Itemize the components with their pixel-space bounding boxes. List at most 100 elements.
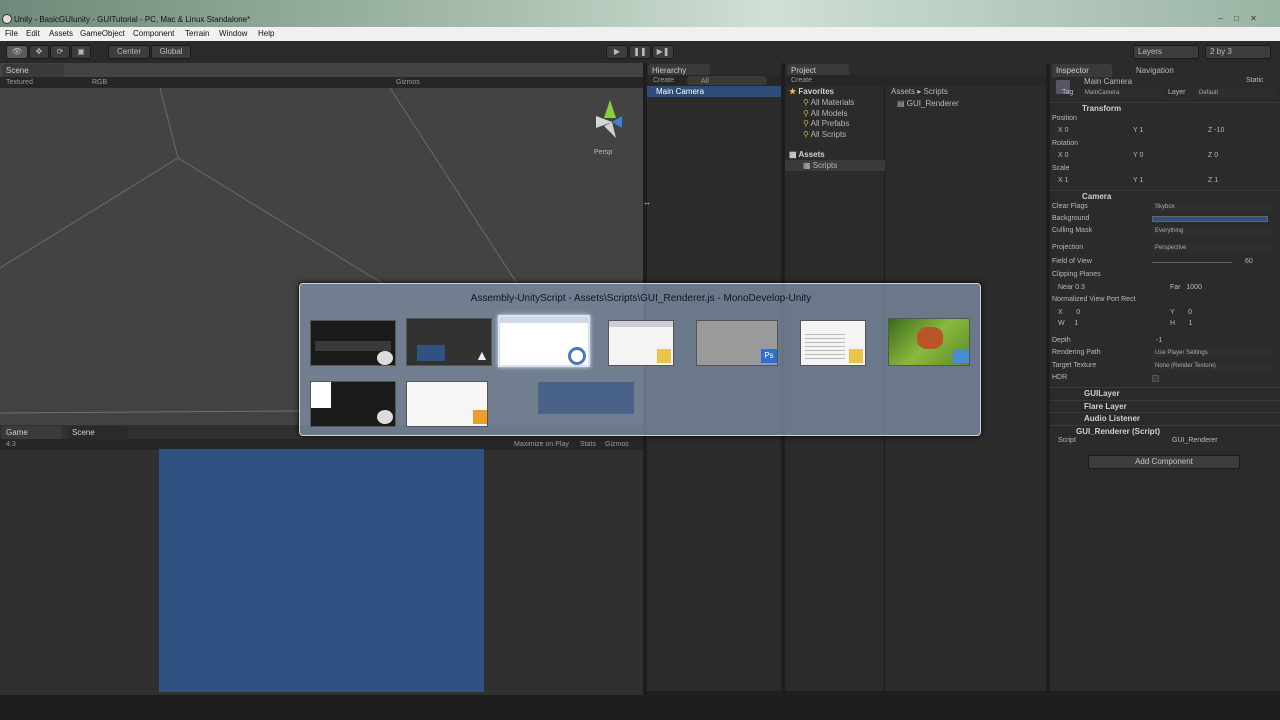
script-field[interactable]: GUI_Renderer: [1172, 437, 1218, 444]
window-thumbnail[interactable]: [406, 381, 488, 427]
static-checkbox[interactable]: Static: [1246, 77, 1264, 84]
fav-item-prefabs[interactable]: ⚲ All Prefabs: [803, 119, 849, 128]
rotation-x-value[interactable]: 0: [1065, 152, 1069, 159]
window-thumbnail[interactable]: Ps: [696, 320, 778, 366]
project-create-button[interactable]: Create: [791, 75, 812, 86]
pause-button[interactable]: ❚❚: [629, 45, 651, 59]
scale-tool-button[interactable]: ▣: [71, 45, 91, 59]
fov-slider[interactable]: [1152, 262, 1232, 263]
fov-value[interactable]: 60: [1245, 258, 1253, 265]
rotate-tool-button[interactable]: ⟳: [50, 45, 70, 59]
scale-y[interactable]: Y 1: [1133, 177, 1143, 184]
near-value[interactable]: 0.3: [1075, 284, 1085, 291]
vp-h-value[interactable]: 1: [1189, 320, 1193, 327]
hdr-checkbox[interactable]: [1152, 375, 1159, 382]
scale-x-value[interactable]: 1: [1065, 177, 1069, 184]
component-guilayer[interactable]: GUILayer: [1050, 387, 1280, 399]
aspect-dropdown[interactable]: 4:3: [6, 439, 16, 450]
step-button[interactable]: ▶❚: [652, 45, 674, 59]
stats-button[interactable]: Stats: [580, 439, 596, 450]
vp-w[interactable]: W 1: [1058, 320, 1078, 327]
vp-y-value[interactable]: 0: [1188, 309, 1192, 316]
window-thumbnail[interactable]: [310, 381, 396, 427]
scale-x[interactable]: X 1: [1058, 177, 1069, 184]
rotation-x[interactable]: X 0: [1058, 152, 1069, 159]
rotation-y[interactable]: Y 0: [1133, 152, 1143, 159]
shading-dropdown[interactable]: Textured: [6, 77, 33, 88]
breadcrumb-root[interactable]: Assets: [891, 87, 915, 96]
list-item[interactable]: Main Camera: [647, 86, 781, 97]
rotation-z-value[interactable]: 0: [1214, 152, 1218, 159]
hierarchy-create-button[interactable]: Create: [653, 75, 674, 86]
pivot-global-button[interactable]: Global: [151, 45, 191, 59]
game-view[interactable]: [159, 449, 484, 692]
tab-navigation[interactable]: Navigation: [1136, 66, 1174, 75]
hierarchy-search-input[interactable]: All: [687, 76, 767, 85]
render-path-dropdown[interactable]: Use Player Settings: [1152, 349, 1274, 357]
move-tool-button[interactable]: ✥: [29, 45, 49, 59]
object-name[interactable]: Main Camera: [1084, 77, 1132, 86]
fav-item-scripts[interactable]: ⚲ All Scripts: [803, 130, 846, 139]
position-z-value[interactable]: -10: [1214, 127, 1224, 134]
window-thumbnail[interactable]: [310, 320, 396, 366]
camera-header[interactable]: Camera: [1050, 190, 1280, 202]
depth-value[interactable]: -1: [1156, 337, 1162, 344]
scene-gizmo-icon[interactable]: [596, 100, 622, 138]
scale-y-value[interactable]: 1: [1140, 177, 1144, 184]
position-y[interactable]: Y 1: [1133, 127, 1143, 134]
near-field[interactable]: Near 0.3: [1058, 284, 1085, 291]
maximize-icon[interactable]: □: [1230, 14, 1243, 24]
assets-folder[interactable]: ▦ Assets: [789, 150, 825, 159]
minimize-icon[interactable]: –: [1214, 14, 1227, 24]
tab-inspector[interactable]: Inspector: [1052, 64, 1112, 77]
position-x-value[interactable]: 0: [1065, 127, 1069, 134]
layer-dropdown[interactable]: Default: [1196, 89, 1274, 97]
add-component-button[interactable]: Add Component: [1088, 455, 1240, 469]
rotation-y-value[interactable]: 0: [1140, 152, 1144, 159]
projection-dropdown[interactable]: Perspective: [1152, 244, 1274, 252]
vp-x[interactable]: X 0: [1058, 309, 1080, 316]
target-texture-field[interactable]: None (Render Texture): [1152, 362, 1274, 370]
hand-tool-button[interactable]: 👁: [6, 45, 28, 59]
scale-z[interactable]: Z 1: [1208, 177, 1218, 184]
culling-mask-dropdown[interactable]: Everything: [1152, 227, 1274, 235]
scene-gizmos-dropdown[interactable]: Gizmos: [396, 77, 420, 88]
play-button[interactable]: ▶: [606, 45, 628, 59]
render-mode-dropdown[interactable]: RGB: [92, 77, 107, 88]
favorites-header[interactable]: ★ Favorites: [789, 87, 834, 96]
vp-y[interactable]: Y 0: [1170, 309, 1192, 316]
menu-file[interactable]: File: [5, 29, 18, 38]
game-gizmos-button[interactable]: Gizmos: [605, 439, 629, 450]
file-item[interactable]: ▤ GUI_Renderer: [897, 99, 959, 108]
background-color-swatch[interactable]: [1152, 216, 1268, 222]
menu-gameobject[interactable]: GameObject: [80, 29, 125, 38]
tab-scene-2[interactable]: Scene: [68, 426, 128, 439]
window-thumbnail-selected[interactable]: [498, 315, 590, 367]
rotation-z[interactable]: Z 0: [1208, 152, 1218, 159]
far-field[interactable]: Far 1000: [1170, 284, 1202, 291]
tab-scene[interactable]: Scene: [2, 64, 64, 77]
component-flare-layer[interactable]: Flare Layer: [1050, 400, 1280, 412]
fav-item-materials[interactable]: ⚲ All Materials: [803, 98, 854, 107]
menu-assets[interactable]: Assets: [49, 29, 73, 38]
vp-x-value[interactable]: 0: [1076, 309, 1080, 316]
tag-dropdown[interactable]: MainCamera: [1082, 89, 1162, 97]
layers-dropdown[interactable]: Layers: [1133, 45, 1199, 59]
tab-game[interactable]: Game: [2, 426, 62, 439]
menu-window[interactable]: Window: [219, 29, 247, 38]
component-gui-renderer[interactable]: GUI_Renderer (Script): [1050, 425, 1280, 437]
persp-label[interactable]: Persp: [594, 149, 612, 156]
transform-header[interactable]: Transform: [1050, 102, 1280, 114]
menu-component[interactable]: Component: [133, 29, 174, 38]
breadcrumb-child[interactable]: Scripts: [923, 87, 947, 96]
pivot-center-button[interactable]: Center: [108, 45, 150, 59]
component-audio-listener[interactable]: Audio Listener: [1050, 412, 1280, 424]
menu-edit[interactable]: Edit: [26, 29, 40, 38]
fav-item-models[interactable]: ⚲ All Models: [803, 109, 848, 118]
far-value[interactable]: 1000: [1186, 284, 1202, 291]
window-thumbnail[interactable]: [888, 318, 970, 366]
vp-w-value[interactable]: 1: [1074, 320, 1078, 327]
window-thumbnail[interactable]: ▲: [406, 318, 492, 366]
vp-h[interactable]: H 1: [1170, 320, 1193, 327]
clear-flags-dropdown[interactable]: Skybox: [1152, 203, 1274, 211]
